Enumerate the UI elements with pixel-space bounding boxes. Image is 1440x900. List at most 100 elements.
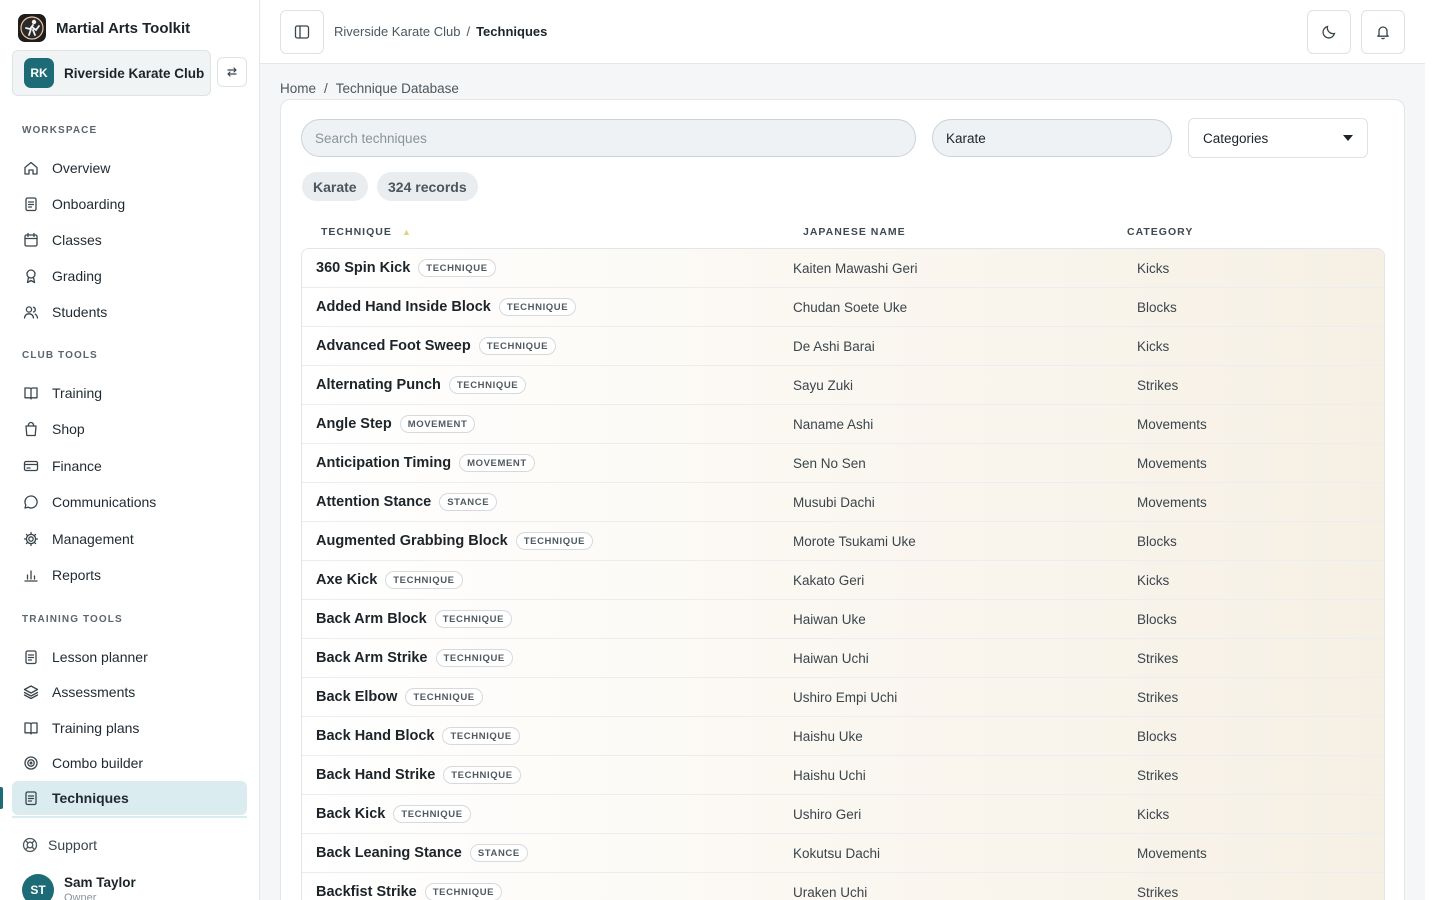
technique-database-card: Categories Karate 324 records TECHNIQUE …: [280, 99, 1405, 900]
table-row[interactable]: Back Arm Block TECHNIQUE Haiwan Uke Bloc…: [302, 600, 1384, 639]
breadcrumb-club[interactable]: Riverside Karate Club: [334, 24, 460, 39]
bell-icon: [1377, 26, 1389, 40]
technique-name[interactable]: Back Arm Block: [316, 611, 427, 627]
technique-name[interactable]: Back Hand Strike: [316, 767, 435, 783]
column-header-category[interactable]: CATEGORY: [1127, 226, 1193, 238]
technique-name[interactable]: Alternating Punch: [316, 377, 441, 393]
technique-name[interactable]: Backfist Strike: [316, 884, 417, 900]
table-row[interactable]: Back Kick TECHNIQUE Ushiro Geri Kicks: [302, 795, 1384, 834]
sidebar-item-finance[interactable]: Finance: [12, 449, 247, 483]
sidebar-item-onboarding[interactable]: Onboarding: [12, 187, 247, 221]
technique-name[interactable]: Axe Kick: [316, 572, 377, 588]
sidebar-item-grading[interactable]: Grading: [12, 259, 247, 293]
technique-cell: Augmented Grabbing Block TECHNIQUE: [316, 522, 594, 560]
breadcrumb-home[interactable]: Home: [280, 81, 316, 96]
sidebar-item-overview[interactable]: Overview: [12, 151, 247, 185]
table-row[interactable]: Alternating Punch TECHNIQUE Sayu Zuki St…: [302, 366, 1384, 405]
table-row[interactable]: Anticipation Timing MOVEMENT Sen No Sen …: [302, 444, 1384, 483]
sidebar-item-label: Training: [52, 385, 103, 401]
type-badge: MOVEMENT: [399, 415, 476, 433]
sidebar-item-label: Grading: [52, 268, 102, 284]
technique-cell: Back Arm Block TECHNIQUE: [316, 600, 513, 638]
column-header-japanese-name[interactable]: JAPANESE NAME: [803, 226, 906, 238]
table-row[interactable]: 360 Spin Kick TECHNIQUE Kaiten Mawashi G…: [302, 249, 1384, 288]
table-row[interactable]: Back Leaning Stance STANCE Kokutsu Dachi…: [302, 834, 1384, 873]
table-row[interactable]: Back Elbow TECHNIQUE Ushiro Empi Uchi St…: [302, 678, 1384, 717]
table-row[interactable]: Back Hand Strike TECHNIQUE Haishu Uchi S…: [302, 756, 1384, 795]
theme-toggle-button[interactable]: [1307, 10, 1351, 54]
japanese-name-cell: Kakato Geri: [793, 572, 865, 588]
table-row[interactable]: Added Hand Inside Block TECHNIQUE Chudan…: [302, 288, 1384, 327]
technique-name[interactable]: 360 Spin Kick: [316, 260, 410, 276]
sidebar-item-management[interactable]: Management: [12, 522, 247, 556]
column-header-technique[interactable]: TECHNIQUE: [321, 226, 392, 238]
sidebar-item-communications[interactable]: Communications: [12, 485, 247, 519]
technique-name[interactable]: Back Elbow: [316, 689, 397, 705]
swap-icon: [227, 67, 237, 77]
sort-icon[interactable]: ▲: [402, 227, 411, 237]
technique-name[interactable]: Anticipation Timing: [316, 455, 451, 471]
technique-name[interactable]: Attention Stance: [316, 494, 431, 510]
sidebar-item-lesson-planner[interactable]: Lesson planner: [12, 640, 247, 674]
technique-cell: Back Elbow TECHNIQUE: [316, 678, 483, 716]
support-link[interactable]: Support: [22, 837, 97, 853]
sidebar-item-label: Management: [52, 530, 134, 547]
technique-name[interactable]: Back Kick: [316, 806, 385, 822]
technique-name[interactable]: Back Arm Strike: [316, 650, 428, 666]
sidebar-item-classes[interactable]: Classes: [12, 223, 247, 257]
style-filter-input[interactable]: [932, 119, 1172, 157]
category-cell: Movements: [1137, 455, 1207, 471]
japanese-name-cell: Musubi Dachi: [793, 494, 875, 510]
sidebar-item-combo-builder[interactable]: Combo builder: [12, 746, 247, 780]
toggle-sidebar-button[interactable]: [280, 10, 324, 54]
sidebar-item-students[interactable]: Students: [12, 295, 247, 329]
japanese-name-cell: Naname Ashi: [793, 416, 874, 432]
brand[interactable]: Martial Arts Toolkit: [18, 14, 190, 42]
technique-cell: Anticipation Timing MOVEMENT: [316, 444, 535, 482]
technique-cell: Back Arm Strike TECHNIQUE: [316, 639, 513, 677]
table-row[interactable]: Axe Kick TECHNIQUE Kakato Geri Kicks: [302, 561, 1384, 600]
technique-name[interactable]: Angle Step: [316, 416, 392, 432]
sidebar: Martial Arts Toolkit RK Riverside Karate…: [0, 0, 260, 900]
club-switcher[interactable]: RK Riverside Karate Club: [12, 50, 211, 96]
table-row[interactable]: Attention Stance STANCE Musubi Dachi Mov…: [302, 483, 1384, 522]
page-breadcrumb: Home / Technique Database: [280, 81, 459, 96]
home-icon: [22, 159, 40, 177]
sidebar-item-training-plans[interactable]: Training plans: [12, 711, 247, 745]
clipboard-icon: [22, 648, 40, 666]
table-row[interactable]: Advanced Foot Sweep TECHNIQUE De Ashi Ba…: [302, 327, 1384, 366]
type-badge: TECHNIQUE: [424, 883, 503, 900]
user-profile[interactable]: ST Sam Taylor Owner: [22, 874, 136, 900]
table-row[interactable]: Back Arm Strike TECHNIQUE Haiwan Uchi St…: [302, 639, 1384, 678]
notifications-button[interactable]: [1361, 10, 1405, 54]
table-row[interactable]: Angle Step MOVEMENT Naname Ashi Movement…: [302, 405, 1384, 444]
sidebar-item-reports[interactable]: Reports: [12, 558, 247, 592]
technique-name[interactable]: Advanced Foot Sweep: [316, 338, 471, 354]
table-row[interactable]: Back Hand Block TECHNIQUE Haishu Uke Blo…: [302, 717, 1384, 756]
table-row[interactable]: Augmented Grabbing Block TECHNIQUE Morot…: [302, 522, 1384, 561]
table-row[interactable]: Backfist Strike TECHNIQUE Uraken Uchi St…: [302, 873, 1384, 900]
topbar: Riverside Karate Club / Techniques: [260, 0, 1425, 64]
sidebar-item-label: Communications: [52, 494, 157, 511]
category-cell: Strikes: [1137, 650, 1179, 666]
avatar: ST: [22, 874, 54, 900]
moon-icon: [1322, 25, 1336, 39]
sidebar-item-training[interactable]: Training: [12, 376, 247, 410]
sidebar-item-label: Overview: [52, 160, 111, 176]
sidebar-item-shop[interactable]: Shop: [12, 412, 247, 446]
search-input[interactable]: [301, 119, 916, 157]
category-cell: Kicks: [1137, 338, 1170, 354]
technique-name[interactable]: Back Leaning Stance: [316, 845, 462, 861]
user-name: Sam Taylor: [64, 875, 136, 890]
technique-name[interactable]: Augmented Grabbing Block: [316, 533, 508, 549]
sidebar-item-techniques[interactable]: Techniques: [12, 781, 247, 816]
technique-name[interactable]: Added Hand Inside Block: [316, 299, 491, 315]
app-title: Martial Arts Toolkit: [56, 19, 191, 37]
sidebar-item-assessments[interactable]: Assessments: [12, 675, 247, 709]
category-select[interactable]: Categories: [1188, 118, 1368, 158]
type-badge: MOVEMENT: [459, 454, 535, 472]
switch-club-button[interactable]: [217, 57, 247, 87]
style-chip: Karate: [302, 172, 368, 201]
technique-name[interactable]: Back Hand Block: [316, 728, 434, 744]
sidebar-item-label: Shop: [52, 421, 85, 438]
